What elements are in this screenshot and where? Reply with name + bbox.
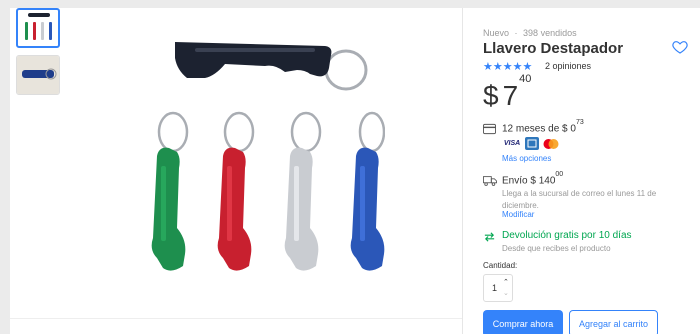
price-cents: 40 [519,72,532,85]
more-payment-options-link[interactable]: Más opciones [502,154,551,163]
installments-text: 12 meses de $ 073 [502,119,584,135]
page-top-band [0,0,700,8]
product-price: $740 [483,73,531,112]
rating-stars[interactable]: ★★★★★ [483,60,532,73]
shipping-detail: Llega a la sucursal de correo el lunes 1… [502,189,657,210]
card-brands: VISA [502,137,560,151]
installments-label: 12 meses de $ 0 [502,123,576,135]
thumbnail-2[interactable] [16,55,60,95]
thumbnail-list [16,8,60,102]
favorite-heart-icon[interactable] [672,39,688,55]
chevron-up-icon[interactable]: ⌃ [503,278,509,286]
condition-label: Nuevo [483,28,510,38]
thumbnail-branded-opener-image [17,56,59,94]
thumbnail-keychains-image [25,13,52,40]
truck-icon [483,176,497,186]
shipping-cost: Envío $ 14000 [502,171,564,187]
product-subtitle: Nuevo · 398 vendidos [483,28,577,38]
free-return-detail: Desde que recibes el producto [502,244,611,253]
mastercard-logo [542,137,560,150]
credit-card-icon [483,123,496,135]
modify-shipping-link[interactable]: Modificar [502,210,534,219]
visa-logo: VISA [503,140,521,147]
product-title: Llavero Destapador [483,40,624,57]
quantity-value: 1 [492,283,498,293]
sold-count: 398 vendidos [523,28,577,38]
quantity-label: Cantidad: [483,261,518,270]
subtitle-separator: · [514,28,518,38]
buy-box: Nuevo · 398 vendidos Llavero Destapador … [462,8,700,334]
add-to-cart-button[interactable]: Agregar al carrito [569,310,658,334]
price-integer: 7 [502,80,519,111]
reviews-link[interactable]: 2 opiniones [545,61,591,71]
price-currency: $ [483,80,499,111]
thumbnail-1[interactable] [16,8,60,48]
product-card: Nuevo · 398 vendidos Llavero Destapador … [10,8,700,334]
chevron-down-icon[interactable]: ⌄ [503,289,509,297]
keychain-openers-image [151,42,386,271]
return-arrows-icon [484,232,495,242]
shipping-label: Envío $ 140 [502,175,556,187]
gallery-divider [10,318,462,319]
quantity-stepper[interactable]: 1 ⌃ ⌄ [483,274,513,302]
installments-cents: 73 [575,119,584,126]
buy-now-button[interactable]: Comprar ahora [483,310,563,334]
shipping-cents: 00 [555,171,564,178]
product-main-image[interactable] [135,28,386,298]
amex-logo [525,137,539,150]
free-return-label[interactable]: Devolución gratis por 10 días [502,230,632,241]
